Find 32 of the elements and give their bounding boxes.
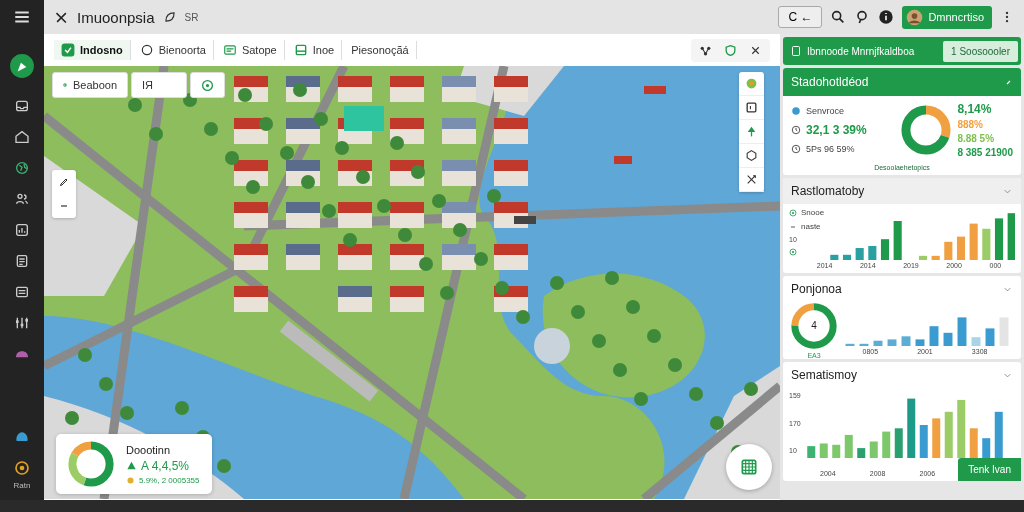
section-title: Rastlomatoby [791, 184, 865, 198]
section-title: Ponjonoa [791, 282, 842, 296]
sidebar-label: Ratn [13, 481, 31, 490]
summary-figure: Senvroce [806, 106, 845, 116]
summary-title: Stadohotldéod [791, 75, 869, 89]
app-subtitle: SR [184, 11, 199, 23]
legend-label: naste [801, 222, 821, 231]
summary-percentage: 8 385 21900 [957, 147, 1013, 158]
toolbar-tab[interactable]: Piesonoçãá [344, 41, 417, 59]
map-filter-chip[interactable]: IЯ [131, 72, 187, 98]
stat-title: Doootinn [126, 443, 172, 456]
donut-value: 4 [810, 320, 818, 331]
back-button[interactable]: C ← [778, 6, 823, 28]
action-button[interactable]: Tenk Ivan [958, 458, 1021, 481]
summary-percentage: 8.88 5% [957, 133, 996, 144]
summary-percentage: 8,14% [957, 102, 993, 116]
panel-title: Ibnnoode Mnrnjfkaldboa [807, 45, 916, 57]
summary-percentage: 888% [957, 119, 984, 130]
summary-figure: 5Ps 96 59% [806, 144, 855, 154]
toolbar-tab[interactable]: Indosno [54, 40, 131, 60]
toolbar-tab[interactable]: Inoe [286, 40, 343, 60]
user-button[interactable]: Dmnncrtiso [902, 5, 992, 29]
panel-header-button[interactable]: 1 Soosoooler [943, 40, 1018, 62]
app-title: Imuoonpsia [77, 8, 155, 26]
summary-figure: 32,1 3 39% [806, 123, 867, 137]
map-filter-chip[interactable]: Beaboon [52, 72, 128, 98]
toolbar-tab[interactable]: Satope [215, 40, 285, 60]
section-title: Sematismoy [791, 368, 858, 382]
legend-label: Snooe [801, 208, 825, 217]
stat-note: 5.9%, 2 0005355 [139, 475, 200, 485]
stat-value: A 4,4,5% [141, 458, 190, 473]
toolbar-tab[interactable]: Bienoorta [132, 40, 214, 60]
